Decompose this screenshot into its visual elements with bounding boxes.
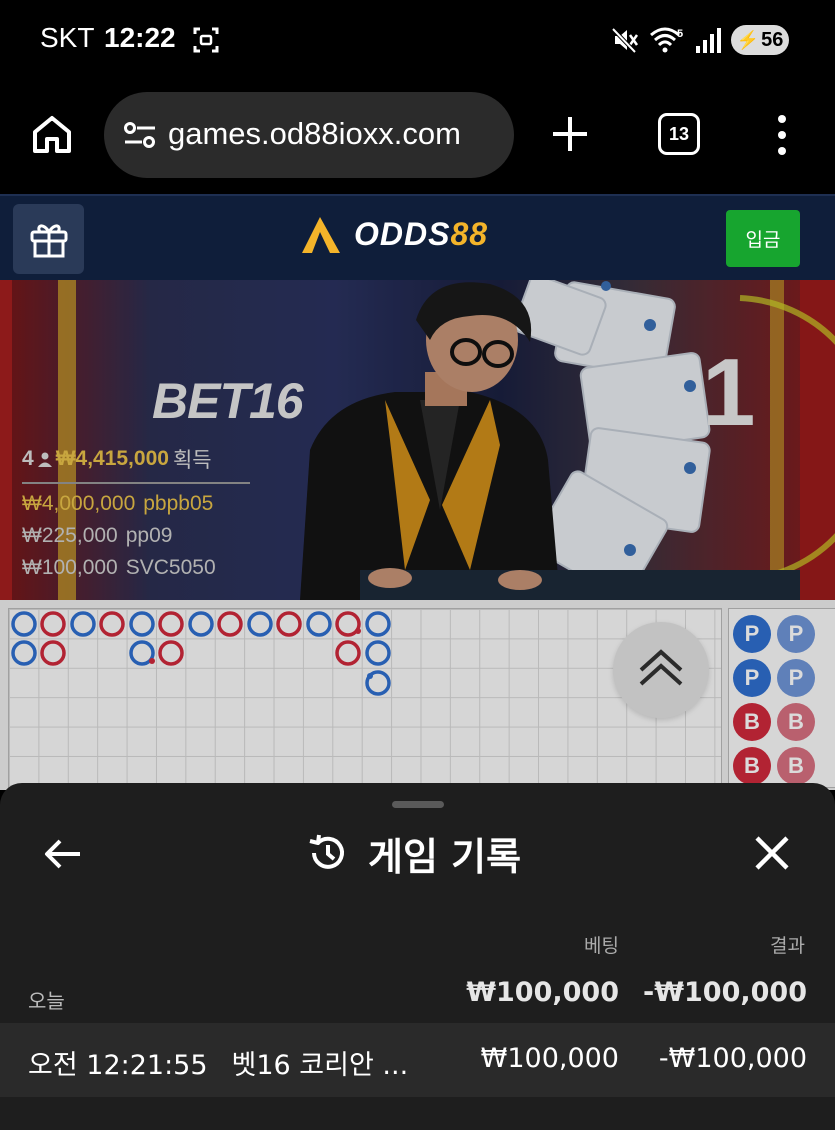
record-bet: ₩100,000 xyxy=(480,1043,619,1074)
winner-name: pbpb05 xyxy=(143,492,214,515)
bead-player: P xyxy=(777,659,815,697)
game-logo: BET16 xyxy=(152,373,304,429)
today-label: 오늘 xyxy=(28,989,65,1013)
logo-mark-icon xyxy=(302,217,340,253)
today-summary-row: 오늘 ₩100,000 -₩100,000 xyxy=(0,973,835,1023)
carrier-label: SKT xyxy=(40,22,95,53)
bead-player: P xyxy=(777,615,815,653)
player-mark xyxy=(11,611,37,637)
banker-mark xyxy=(276,611,302,637)
url-text: games.od88ioxx.com xyxy=(168,116,461,151)
mute-icon xyxy=(611,27,639,54)
bead-player: P xyxy=(733,659,771,697)
browser-toolbar: games.od88ioxx.com 13 xyxy=(0,80,835,194)
banker-mark xyxy=(99,611,125,637)
player-mark xyxy=(365,611,391,637)
logo-number: 88 xyxy=(450,215,489,252)
home-icon[interactable] xyxy=(30,112,74,156)
tab-count: 13 xyxy=(668,123,690,144)
column-header-result: 결과 xyxy=(770,935,805,957)
history-record-row[interactable]: 오전 12:21:55 벳16 코리안 ... ₩100,000 -₩100,00… xyxy=(0,1023,835,1097)
winner-amount: ₩4,000,000 xyxy=(22,492,136,515)
banker-mark xyxy=(158,640,184,666)
drag-handle[interactable] xyxy=(392,801,444,808)
winner-amount: ₩100,000 xyxy=(22,556,118,579)
column-header-bet: 베팅 xyxy=(584,935,619,957)
address-bar[interactable]: games.od88ioxx.com xyxy=(104,92,514,178)
player-mark xyxy=(365,640,391,666)
gift-icon xyxy=(30,224,67,258)
battery-level: 56 xyxy=(761,28,784,51)
winner-name: SVC5050 xyxy=(125,556,216,579)
screenshot-icon xyxy=(193,27,219,53)
sheet-title: 게임 기록 xyxy=(368,834,522,879)
tabs-icon[interactable]: 13 xyxy=(658,113,700,155)
close-icon[interactable] xyxy=(752,833,792,873)
site-header: ODDS88 입금 xyxy=(0,194,835,280)
today-bet-total: ₩100,000 xyxy=(466,977,619,1008)
banker-mark xyxy=(335,640,361,666)
logo-text: ODDS xyxy=(354,215,451,252)
winners-total-label: 획득 xyxy=(172,449,212,472)
player-mark xyxy=(247,611,273,637)
gift-button[interactable] xyxy=(13,204,84,274)
double-chevron-up-icon xyxy=(639,649,683,686)
bead-player: P xyxy=(733,615,771,653)
bead-road: P P P P B B B B xyxy=(728,608,835,788)
game-history-sheet: 게임 기록 베팅 결과 오늘 ₩100,000 -₩100,000 오전 12:… xyxy=(0,783,835,1130)
record-time: 오전 12:21:55 xyxy=(28,1050,208,1081)
winner-row: ₩4,000,000 pbpb05 xyxy=(22,492,250,516)
winners-count: 4 xyxy=(22,447,34,470)
signal-icon xyxy=(696,28,721,53)
live-video: BET16 1 4 ₩4,415,000 획득 ₩4,000,000 pbpb05… xyxy=(0,280,835,600)
banker-mark xyxy=(217,611,243,637)
person-icon xyxy=(37,452,52,467)
winners-total: ₩4,415,000 xyxy=(55,447,169,470)
sheet-header: 게임 기록 xyxy=(306,827,521,879)
site-settings-icon[interactable] xyxy=(122,120,158,150)
scroll-up-button[interactable] xyxy=(613,622,709,718)
wifi-band-label: 5 xyxy=(677,28,683,40)
roadmap-area: P P P P B B B B xyxy=(0,600,835,790)
wifi-icon: 5 xyxy=(650,27,683,53)
clock: 12:22 xyxy=(104,22,176,53)
battery-icon: ⚡ 56 xyxy=(731,25,789,55)
card-count: 1 xyxy=(702,339,756,446)
more-menu-icon[interactable] xyxy=(772,114,792,156)
site-logo[interactable]: ODDS88 xyxy=(300,212,488,256)
bead-banker: B xyxy=(777,747,815,785)
player-mark xyxy=(70,611,96,637)
bead-banker: B xyxy=(733,747,771,785)
screen: SKT 12:22 5 ⚡ 56 games.od88ioxx.com 13 O… xyxy=(0,0,835,1130)
winners-summary: 4 ₩4,415,000 획득 xyxy=(22,444,250,484)
winners-panel: 4 ₩4,415,000 획득 ₩4,000,000 pbpb05 ₩225,00… xyxy=(22,444,250,580)
banker-mark xyxy=(40,611,66,637)
status-bar: SKT 12:22 5 ⚡ 56 xyxy=(0,0,835,80)
winner-amount: ₩225,000 xyxy=(22,524,118,547)
record-result: -₩100,000 xyxy=(658,1043,807,1074)
banker-mark xyxy=(40,640,66,666)
player-mark xyxy=(306,611,332,637)
winner-row: ₩100,000 SVC5050 xyxy=(22,556,250,580)
new-tab-icon[interactable] xyxy=(550,114,590,154)
deposit-button[interactable]: 입금 xyxy=(726,210,800,267)
player-mark xyxy=(129,611,155,637)
player-mark xyxy=(11,640,37,666)
bead-banker: B xyxy=(777,703,815,741)
banker-mark xyxy=(158,611,184,637)
bead-banker: B xyxy=(733,703,771,741)
player-mark xyxy=(188,611,214,637)
record-game: 벳16 코리안 ... xyxy=(231,1050,409,1081)
back-arrow-icon[interactable] xyxy=(42,833,84,875)
history-icon xyxy=(309,834,344,869)
winner-name: pp09 xyxy=(125,524,173,547)
today-result-total: -₩100,000 xyxy=(643,977,807,1008)
winner-row: ₩225,000 pp09 xyxy=(22,524,250,548)
